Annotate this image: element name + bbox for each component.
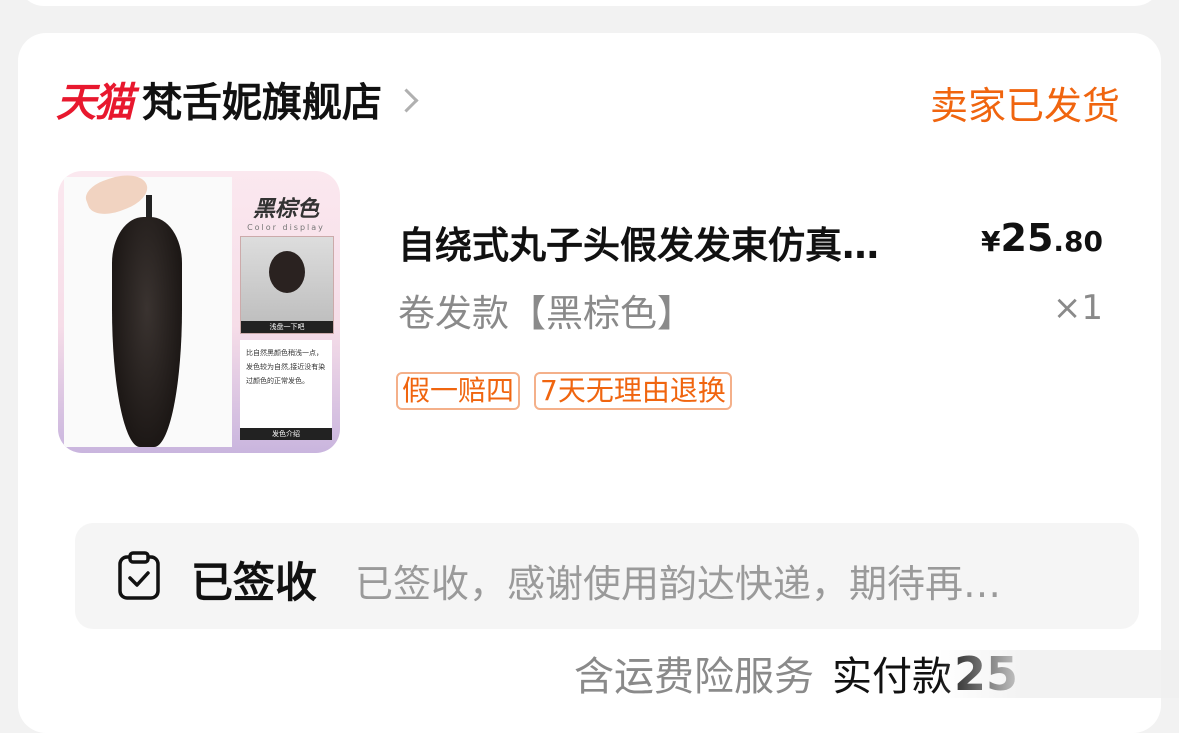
order-card[interactable]: 天猫 梵舌妮旗舰店 卖家已发货 黑棕色 Color display 浅盘一下吧 … — [18, 33, 1161, 733]
product-photo — [64, 171, 232, 447]
watermark-overlay — [939, 650, 1179, 698]
image-desc-caption: 发色介绍 — [240, 428, 332, 440]
store-name[interactable]: 梵舌妮旗舰店 — [142, 70, 382, 128]
paid-label: 实付款 — [832, 654, 952, 700]
product-price: ¥25.80 — [981, 216, 1103, 260]
image-model-photo: 浅盘一下吧 — [240, 236, 334, 334]
product-variant: 卷发款【黑棕色】 — [398, 292, 694, 335]
image-photo-caption: 浅盘一下吧 — [241, 321, 333, 333]
model-head-graphic — [269, 251, 305, 293]
price-currency: ¥ — [981, 225, 1001, 258]
shipping-insurance-label: 含运费险服务 — [574, 654, 814, 700]
hand-graphic — [82, 171, 152, 221]
chevron-right-icon — [394, 87, 419, 113]
store-header[interactable]: 天猫 梵舌妮旗舰店 — [56, 70, 419, 128]
tag-seven-day-return: 7天无理由退换 — [534, 372, 732, 410]
product-image[interactable]: 黑棕色 Color display 浅盘一下吧 比自然黑颜色稍浅一点，发色较为自… — [58, 171, 340, 453]
logistics-status: 已签收 — [191, 558, 318, 607]
image-color-title: 黑棕色 — [252, 197, 319, 222]
clipboard-check-icon — [118, 551, 160, 600]
image-desc-box: 比自然黑颜色稍浅一点，发色较为自然,接近没有染过颜色的正常发色。 发色介绍 — [240, 340, 332, 440]
ponytail-graphic — [112, 217, 182, 447]
image-desc-text: 比自然黑颜色稍浅一点，发色较为自然,接近没有染过颜色的正常发色。 — [246, 349, 326, 385]
image-color-subtitle: Color display — [247, 223, 325, 232]
service-tags: 假一赔四 7天无理由退换 — [396, 372, 732, 410]
order-status: 卖家已发货 — [929, 84, 1120, 128]
tmall-logo: 天猫 — [56, 80, 134, 126]
price-integer: 25 — [1000, 216, 1054, 260]
product-quantity: ×1 — [1052, 288, 1103, 328]
logistics-description: 已签收，感谢使用韵达快递，期待再… — [355, 562, 1002, 606]
product-title[interactable]: 自绕式丸子头假发发束仿真… — [398, 215, 988, 269]
tag-fake-compensation: 假一赔四 — [396, 372, 521, 410]
previous-order-card — [18, 0, 1161, 6]
price-decimal: .80 — [1053, 225, 1103, 258]
logistics-bar[interactable]: 已签收 已签收，感谢使用韵达快递，期待再… — [75, 523, 1139, 629]
product-image-info: 黑棕色 Color display 浅盘一下吧 比自然黑颜色稍浅一点，发色较为自… — [240, 191, 334, 447]
